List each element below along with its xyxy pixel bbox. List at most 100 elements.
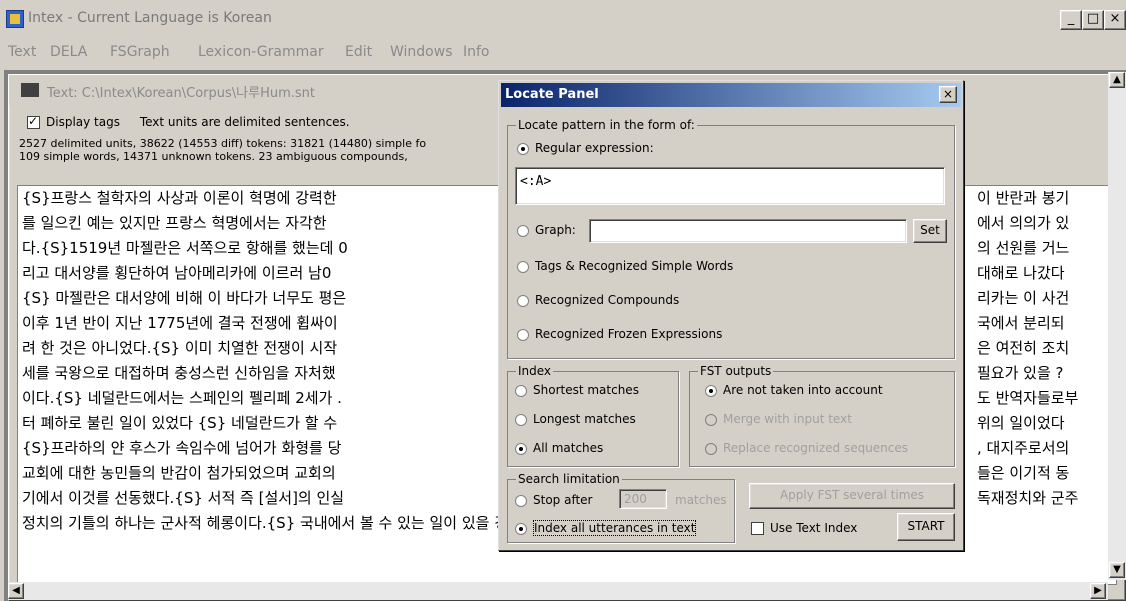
compounds-label: Recognized Compounds: [535, 293, 680, 307]
text-line-right: 필요가 있을 ?: [977, 364, 1064, 382]
stats-line-2: 109 simple words, 14371 unknown tokens. …: [19, 150, 408, 163]
text-line-right: 리카는 이 사건: [977, 289, 1070, 307]
search-limit-group-label: Search limitation: [516, 472, 622, 486]
locate-panel-title-bar: Locate Panel ×: [501, 83, 961, 107]
text-stats: 2527 delimited units, 38622 (14553 diff)…: [19, 137, 499, 163]
start-button[interactable]: START: [897, 513, 955, 541]
pattern-group-label: Locate pattern in the form of:: [516, 118, 697, 132]
index-all-option[interactable]: All matches: [515, 441, 603, 455]
horizontal-scrollbar[interactable]: ◀ ▶: [8, 582, 1108, 600]
index-group-label: Index: [516, 364, 554, 378]
display-tags-label: Display tags: [46, 115, 120, 129]
text-line-right: 대해로 나갔다: [977, 264, 1065, 282]
graph-radio[interactable]: [517, 224, 529, 237]
tags-radio[interactable]: [517, 260, 529, 273]
units-info: Text units are delimited sentences.: [139, 115, 350, 129]
close-icon[interactable]: ×: [1104, 10, 1126, 30]
fst-merge-label: Merge with input text: [723, 412, 852, 426]
stop-after-radio[interactable]: [515, 494, 527, 507]
locate-panel-title: Locate Panel: [505, 87, 599, 102]
minimize-icon[interactable]: _: [1060, 10, 1082, 30]
menu-text[interactable]: Text: [8, 44, 36, 60]
frozen-option[interactable]: Recognized Frozen Expressions: [517, 327, 722, 341]
fst-not-taken-label: Are not taken into account: [723, 383, 883, 397]
text-window-title: Text: C:\Intex\Korean\Corpus\나루Hum.snt: [47, 86, 315, 101]
index-shortest-option[interactable]: Shortest matches: [515, 383, 639, 397]
text-window-icon: [21, 83, 39, 97]
index-all-utterances-label: Index all utterances in text: [533, 520, 697, 536]
maximize-icon[interactable]: □: [1082, 10, 1104, 30]
menu-edit[interactable]: Edit: [345, 44, 372, 60]
menu-bar: Text DELA FSGraph Lexicon-Grammar Edit W…: [0, 40, 1126, 66]
vertical-scrollbar[interactable]: ▲ ▼: [1108, 72, 1126, 580]
menu-dela[interactable]: DELA: [50, 44, 87, 60]
text-line-right: 독재정치와 군주: [977, 489, 1079, 507]
compounds-radio[interactable]: [517, 294, 529, 307]
scroll-up-icon[interactable]: ▲: [1109, 72, 1125, 88]
apply-fst-button: Apply FST several times: [749, 483, 955, 509]
fst-not-taken-radio[interactable]: [705, 384, 717, 397]
regex-option[interactable]: Regular expression:: [517, 141, 654, 155]
index-all-utterances-option[interactable]: Index all utterances in text: [515, 520, 697, 536]
stop-after-option[interactable]: Stop after: [515, 493, 592, 507]
fst-merge-option: Merge with input text: [705, 412, 852, 426]
stats-line-1: 2527 delimited units, 38622 (14553 diff)…: [19, 137, 427, 150]
text-line-right: 국에서 분리되: [977, 314, 1065, 332]
tags-option[interactable]: Tags & Recognized Simple Words: [517, 259, 733, 273]
text-line-right: 의 선원를 거느: [977, 239, 1070, 257]
fst-replace-label: Replace recognized sequences: [723, 441, 909, 455]
graph-label: Graph:: [535, 223, 576, 237]
frozen-radio[interactable]: [517, 328, 529, 341]
text-options: Display tags Text units are delimited se…: [27, 114, 350, 129]
frozen-label: Recognized Frozen Expressions: [535, 327, 723, 341]
text-line-right: 은 여전히 조치: [977, 339, 1070, 357]
fst-replace-radio: [705, 442, 717, 455]
stop-after-label: Stop after: [533, 493, 593, 507]
index-longest-option[interactable]: Longest matches: [515, 412, 636, 426]
fst-group-label: FST outputs: [698, 364, 774, 378]
use-text-index-label: Use Text Index: [770, 521, 858, 535]
scroll-left-icon[interactable]: ◀: [8, 583, 24, 599]
menu-lexicon-grammar[interactable]: Lexicon-Grammar: [198, 44, 324, 60]
tags-label: Tags & Recognized Simple Words: [535, 259, 734, 273]
text-line-right: 위의 일이었다: [977, 414, 1065, 432]
locate-panel-dialog: Locate Panel × Locate pattern in the for…: [498, 80, 964, 551]
use-text-index-checkbox[interactable]: [751, 522, 764, 535]
index-longest-label: Longest matches: [533, 412, 636, 426]
use-text-index-option[interactable]: Use Text Index: [751, 521, 857, 535]
app-title: Intex - Current Language is Korean: [28, 10, 272, 26]
menu-windows[interactable]: Windows: [390, 44, 453, 60]
regex-radio[interactable]: [517, 142, 529, 155]
matches-label: matches: [675, 493, 727, 507]
app-title-bar: Intex - Current Language is Korean _ □ ×: [0, 0, 1126, 40]
regex-input[interactable]: <:A>: [515, 167, 945, 205]
fst-merge-radio: [705, 413, 717, 426]
scroll-down-icon[interactable]: ▼: [1109, 562, 1125, 578]
menu-fsgraph[interactable]: FSGraph: [110, 44, 170, 60]
text-line-right: 들은 이기적 동: [977, 464, 1070, 482]
index-all-utterances-radio[interactable]: [515, 522, 527, 535]
index-all-label: All matches: [533, 441, 604, 455]
text-line-right: 이 반란과 봉기: [977, 189, 1070, 207]
index-shortest-radio[interactable]: [515, 384, 527, 397]
text-lines-right: 이 반란과 봉기 에서 의의가 있 의 선원를 거느 대해로 나갔다 리카는 이…: [973, 186, 1116, 511]
fst-replace-option: Replace recognized sequences: [705, 441, 908, 455]
locate-panel-close-icon[interactable]: ×: [939, 86, 957, 103]
intex-app-icon[interactable]: [6, 10, 24, 28]
display-tags-checkbox[interactable]: [27, 114, 40, 129]
compounds-option[interactable]: Recognized Compounds: [517, 293, 679, 307]
scroll-right-icon[interactable]: ▶: [1090, 583, 1106, 599]
text-line-right: 에서 의의가 있: [977, 214, 1070, 232]
graph-option[interactable]: Graph:: [517, 223, 576, 237]
set-button[interactable]: Set: [913, 219, 947, 243]
text-line-right: 도 반역자들로부: [977, 389, 1079, 407]
fst-not-taken-option[interactable]: Are not taken into account: [705, 383, 883, 397]
regex-label: Regular expression:: [535, 141, 654, 155]
index-longest-radio[interactable]: [515, 413, 527, 426]
graph-input[interactable]: [589, 219, 907, 243]
index-all-radio[interactable]: [515, 442, 527, 455]
stop-after-input: 200: [619, 489, 667, 509]
menu-info[interactable]: Info: [463, 44, 490, 60]
index-shortest-label: Shortest matches: [533, 383, 639, 397]
text-line-right: , 대지주로서의: [977, 439, 1070, 457]
